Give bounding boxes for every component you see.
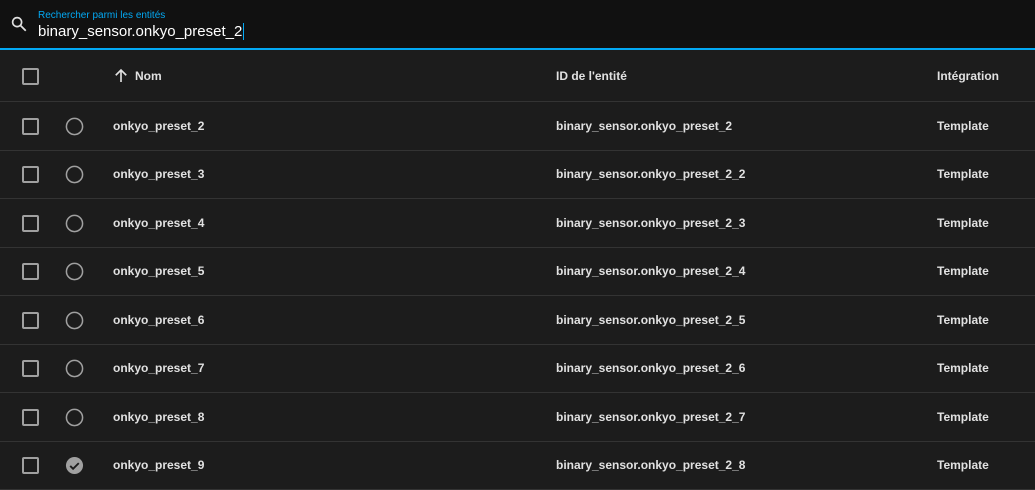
entity-name: onkyo_preset_5 (113, 264, 205, 279)
entity-name: onkyo_preset_8 (113, 409, 205, 424)
search-bar[interactable]: Rechercher parmi les entités binary_sens… (0, 0, 1035, 50)
circle-outline-icon (65, 359, 84, 381)
entity-integration: Template (937, 458, 989, 473)
entity-id: binary_sensor.onkyo_preset_2_2 (556, 167, 746, 182)
entity-integration: Template (937, 409, 989, 424)
table-row[interactable]: onkyo_preset_2 binary_sensor.onkyo_prese… (0, 102, 1035, 151)
table-row[interactable]: onkyo_preset_4 binary_sensor.onkyo_prese… (0, 199, 1035, 248)
circle-outline-icon (65, 214, 84, 236)
entity-name: onkyo_preset_2 (113, 118, 205, 133)
circle-outline-icon (65, 165, 84, 187)
entity-name: onkyo_preset_4 (113, 215, 205, 230)
row-checkbox[interactable] (22, 117, 39, 135)
row-checkbox[interactable] (22, 166, 39, 184)
entity-id: binary_sensor.onkyo_preset_2_7 (556, 409, 746, 424)
table-row[interactable]: onkyo_preset_9 binary_sensor.onkyo_prese… (0, 442, 1035, 490)
entity-id: binary_sensor.onkyo_preset_2_3 (556, 215, 746, 230)
entity-name: onkyo_preset_9 (113, 458, 205, 473)
entity-integration: Template (937, 264, 989, 279)
row-checkbox[interactable] (22, 408, 39, 426)
table-row[interactable]: onkyo_preset_3 binary_sensor.onkyo_prese… (0, 151, 1035, 199)
entity-id: binary_sensor.onkyo_preset_2_5 (556, 312, 746, 327)
entity-integration: Template (937, 361, 989, 376)
entity-name: onkyo_preset_7 (113, 361, 205, 376)
entity-name: onkyo_preset_6 (113, 312, 205, 327)
entity-id: binary_sensor.onkyo_preset_2 (556, 118, 733, 133)
row-checkbox[interactable] (22, 457, 39, 475)
entity-id: binary_sensor.onkyo_preset_2_6 (556, 361, 746, 376)
circle-outline-icon (65, 117, 84, 139)
table-row[interactable]: onkyo_preset_6 binary_sensor.onkyo_prese… (0, 296, 1035, 345)
circle-outline-icon (65, 311, 84, 333)
search-label: Rechercher parmi les entités (38, 10, 166, 21)
entity-integration: Template (937, 215, 989, 230)
table-row[interactable]: onkyo_preset_7 binary_sensor.onkyo_prese… (0, 345, 1035, 393)
select-all-checkbox[interactable] (22, 67, 39, 85)
table-header: Nom ID de l'entité Intégration (0, 50, 1035, 102)
entity-integration: Template (937, 118, 989, 133)
circle-outline-icon (65, 262, 84, 284)
column-header-integration[interactable]: Intégration (937, 69, 999, 83)
row-checkbox[interactable] (22, 311, 39, 329)
entity-id: binary_sensor.onkyo_preset_2_4 (556, 264, 746, 279)
column-header-name[interactable]: Nom (135, 69, 162, 83)
search-icon (10, 15, 28, 38)
entity-id: binary_sensor.onkyo_preset_2_8 (556, 458, 746, 473)
entity-integration: Template (937, 312, 989, 327)
row-checkbox[interactable] (22, 214, 39, 232)
column-header-entity-id[interactable]: ID de l'entité (556, 69, 627, 83)
check-circle-icon (65, 456, 84, 478)
entity-integration: Template (937, 167, 989, 182)
row-checkbox[interactable] (22, 360, 39, 378)
row-checkbox[interactable] (22, 263, 39, 281)
circle-outline-icon (65, 408, 84, 430)
table-row[interactable]: onkyo_preset_8 binary_sensor.onkyo_prese… (0, 393, 1035, 442)
sort-ascending-icon[interactable] (112, 67, 130, 88)
entity-name: onkyo_preset_3 (113, 167, 205, 182)
search-input[interactable]: binary_sensor.onkyo_preset_2 (38, 23, 245, 40)
table-row[interactable]: onkyo_preset_5 binary_sensor.onkyo_prese… (0, 248, 1035, 296)
